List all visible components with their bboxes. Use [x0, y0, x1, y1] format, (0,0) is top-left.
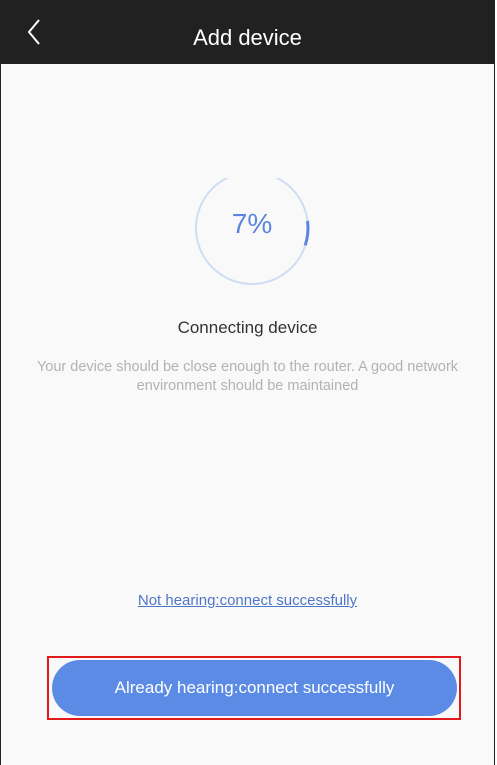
- header-bar: Add device: [1, 0, 494, 64]
- already-hearing-button[interactable]: Already hearing:connect successfully: [52, 660, 457, 716]
- status-title: Connecting device: [177, 318, 318, 337]
- progress-percent: 7%: [231, 208, 273, 239]
- not-hearing-link[interactable]: Not hearing:connect successfully: [1, 592, 494, 609]
- status-hint: Your device should be close enough to th…: [36, 359, 459, 394]
- page-title: Add device: [193, 25, 302, 50]
- progress-ring: 7%: [192, 178, 312, 298]
- app-screen: Add device 7% Connecting device Your dev…: [0, 0, 495, 765]
